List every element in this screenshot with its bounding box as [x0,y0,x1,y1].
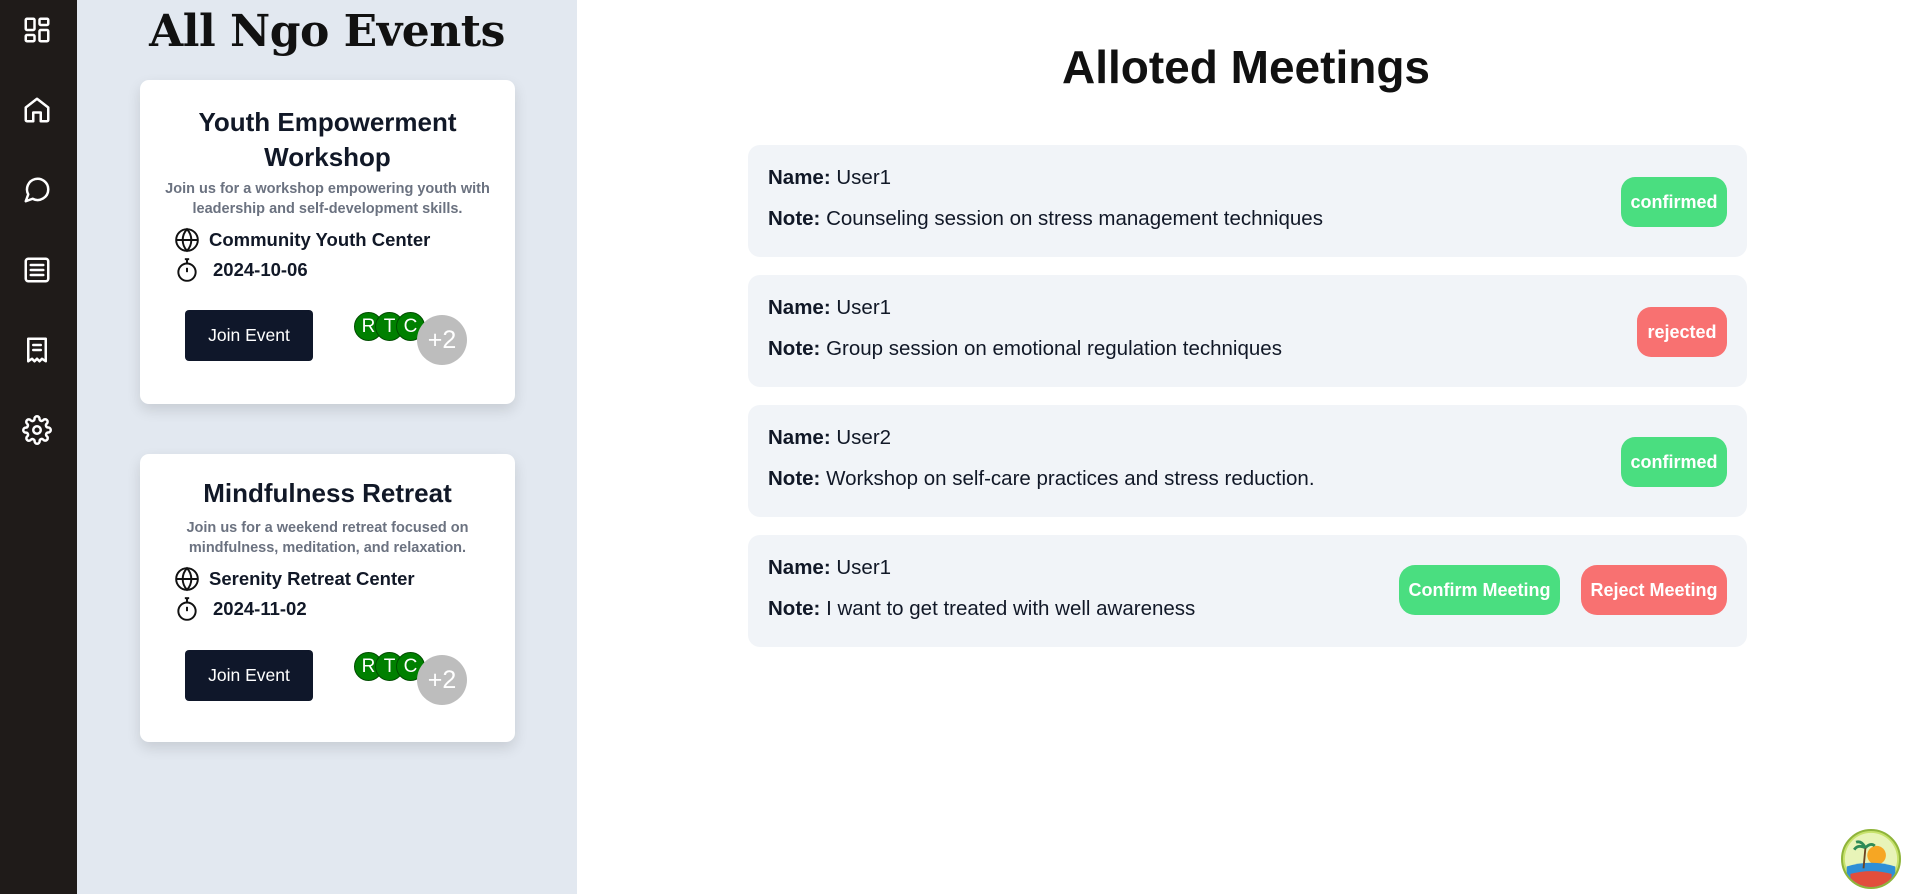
event-title: Youth Empowerment Workshop [198,107,457,172]
event-location: Community Youth Center [174,227,430,253]
meeting-note: Note: Counseling session on stress manag… [768,207,1323,231]
meeting-name-value: User2 [836,426,892,449]
globe-icon [175,566,199,592]
note-label: Note: [768,467,821,490]
event-date-text: 2024-10-06 [213,259,308,280]
note-label: Note: [768,597,821,620]
name-label: Name: [768,296,831,319]
stopwatch-icon [177,258,197,282]
icon-sidebar [0,0,77,894]
event-date-text: 2024-11-02 [213,598,307,619]
name-label: Name: [768,556,831,579]
meeting-name: Name: User2 [768,426,891,450]
events-panel-title: All Ngo Events [149,6,505,57]
event-location-text: Serenity Retreat Center [209,568,415,589]
note-label: Note: [768,207,821,230]
attendee-avatars: R T C +2 [354,652,474,705]
event-location: Serenity Retreat Center [174,566,415,592]
document-icon[interactable] [18,331,56,369]
chat-icon[interactable] [18,171,56,209]
meeting-name: Name: User1 [768,296,891,320]
join-event-button[interactable]: Join Event [185,650,313,701]
meeting-note: Note: Group session on emotional regulat… [768,337,1282,361]
event-description: Join us for a workshop empowering youth … [165,181,490,217]
event-date: 2024-10-06 [174,257,308,283]
home-icon[interactable] [18,91,56,129]
list-icon[interactable] [18,251,56,289]
meeting-note: Note: Workshop on self-care practices an… [768,467,1315,491]
meeting-card: Name: User1 Note: I want to get treated … [748,535,1747,647]
meeting-note: Note: I want to get treated with well aw… [768,597,1195,621]
events-panel: All Ngo Events Youth Empowerment Worksho… [77,0,577,894]
meeting-note-value: Counseling session on stress management … [826,207,1323,230]
note-label: Note: [768,337,821,360]
meeting-name-value: User1 [836,296,892,319]
event-description: Join us for a weekend retreat focused on… [186,520,469,556]
event-title: Mindfulness Retreat [203,478,452,508]
more-attendees-badge: +2 [417,655,467,705]
meeting-card: Name: User2 Note: Workshop on self-care … [748,405,1747,517]
join-event-button[interactable]: Join Event [185,310,313,361]
meeting-card: Name: User1 Note: Counseling session on … [748,145,1747,257]
event-card: Youth Empowerment Workshop Join us for a… [140,80,515,404]
chatbot-launcher-icon[interactable] [1841,829,1901,889]
meeting-name-value: User1 [836,166,892,189]
more-attendees-badge: +2 [417,315,467,365]
confirm-meeting-button[interactable]: Confirm Meeting [1399,565,1560,615]
globe-icon [175,227,199,253]
meeting-name: Name: User1 [768,556,891,580]
status-badge: confirmed [1621,177,1727,227]
event-date: 2024-11-02 [174,596,307,622]
event-card: Mindfulness Retreat Join us for a weeken… [140,454,515,742]
stopwatch-icon [177,597,197,621]
meeting-name-value: User1 [836,556,892,579]
status-badge: confirmed [1621,437,1727,487]
meeting-note-value: Workshop on self-care practices and stre… [826,467,1315,490]
settings-icon[interactable] [18,411,56,449]
meeting-card: Name: User1 Note: Group session on emoti… [748,275,1747,387]
attendee-avatars: R T C +2 [354,312,474,365]
name-label: Name: [768,426,831,449]
name-label: Name: [768,166,831,189]
event-location-text: Community Youth Center [209,229,431,250]
page-title: Alloted Meetings [1061,41,1431,93]
meeting-note-value: I want to get treated with well awarenes… [826,597,1196,620]
status-badge: rejected [1637,307,1727,357]
meeting-note-value: Group session on emotional regulation te… [826,337,1282,360]
meeting-name: Name: User1 [768,166,891,190]
reject-meeting-button[interactable]: Reject Meeting [1581,565,1727,615]
dashboard-icon[interactable] [18,11,56,49]
